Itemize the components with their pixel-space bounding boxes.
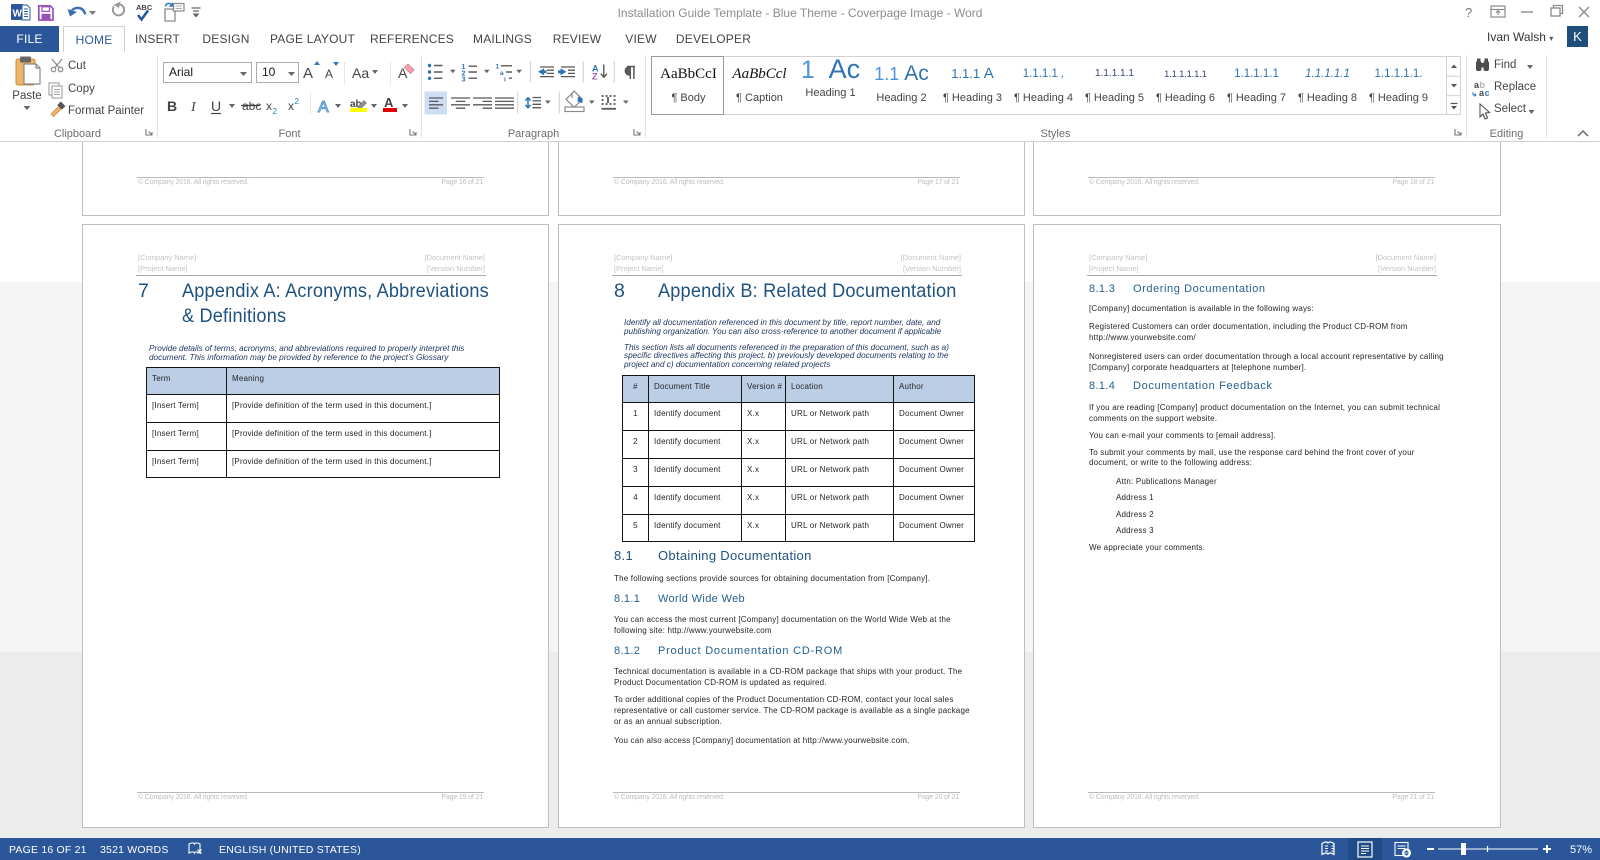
svg-text:2: 2 [273, 107, 278, 116]
svg-text:A: A [303, 65, 313, 82]
svg-text:?: ? [1465, 5, 1472, 20]
svg-text:Aa: Aa [352, 65, 369, 81]
svg-text:A: A [384, 95, 394, 110]
svg-text:U: U [211, 98, 221, 114]
svg-text:A: A [325, 67, 333, 81]
svg-text:57%: 57% [1570, 844, 1592, 856]
svg-text:Z: Z [592, 71, 598, 81]
svg-text:W: W [13, 9, 23, 20]
svg-text:c: c [1485, 88, 1490, 98]
svg-text:3: 3 [462, 77, 466, 84]
svg-text:i: i [504, 77, 506, 84]
svg-text:ABC: ABC [136, 3, 153, 12]
svg-text:2: 2 [295, 97, 300, 106]
svg-text:x: x [266, 99, 272, 113]
svg-text:A: A [318, 99, 329, 116]
svg-text:I: I [190, 100, 197, 115]
svg-text:B: B [167, 98, 177, 114]
svg-text:1: 1 [496, 64, 500, 71]
svg-text:x: x [288, 99, 294, 113]
